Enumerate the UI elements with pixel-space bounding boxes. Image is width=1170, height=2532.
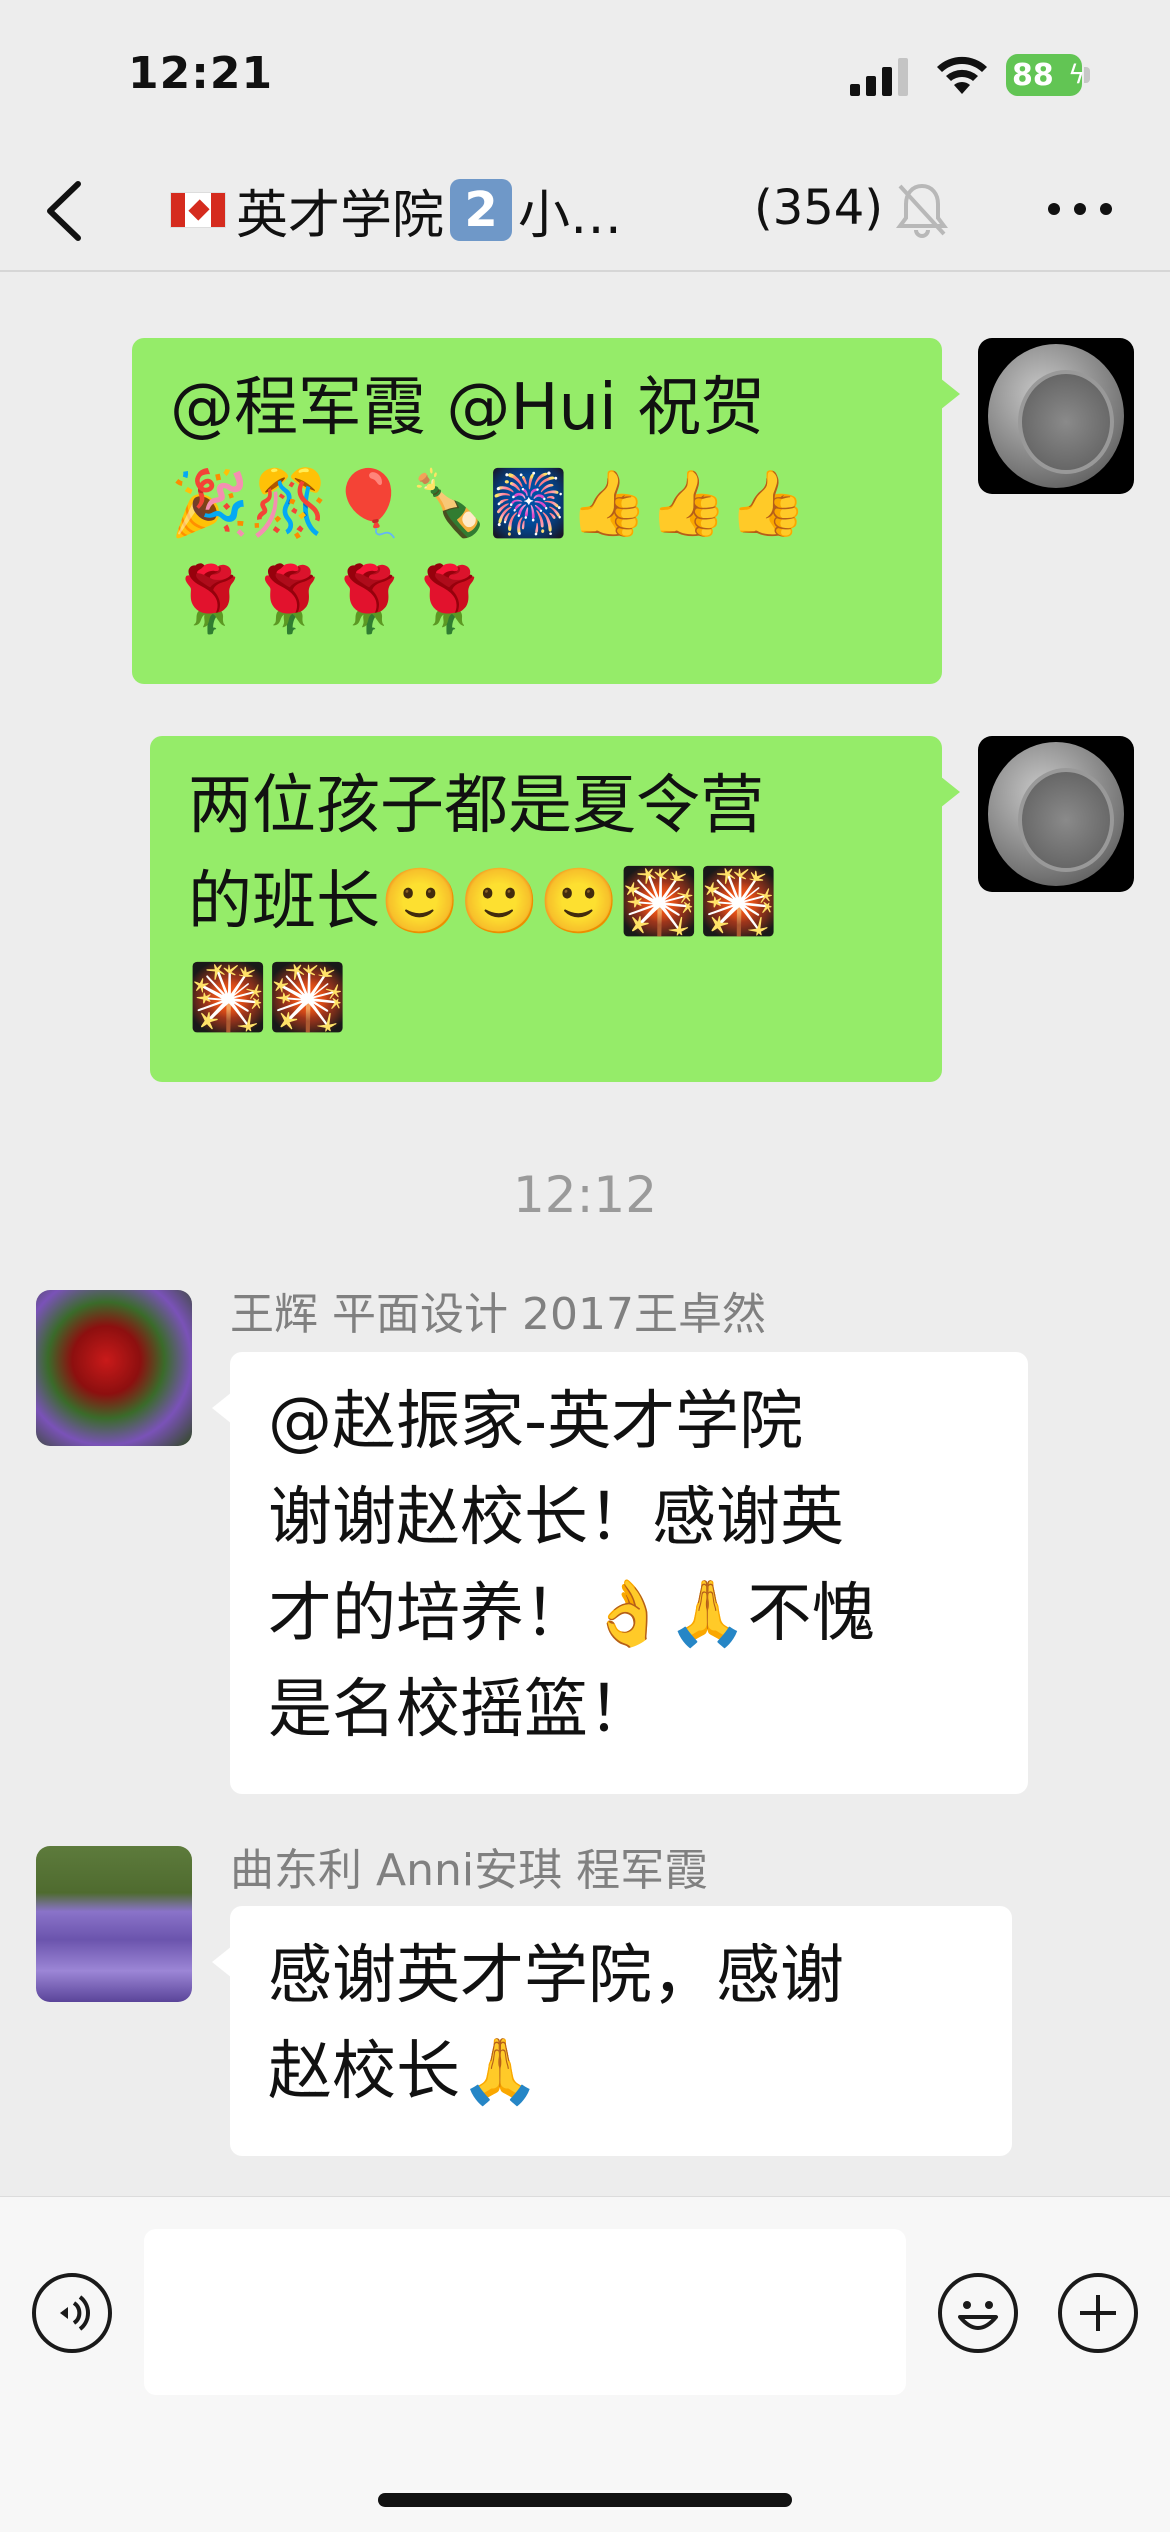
sender-name: 王辉 平面设计 2017王卓然 <box>230 1289 766 1340</box>
message-text: 谢谢赵校长！感谢英 <box>268 1481 844 1555</box>
avatar-self[interactable] <box>978 338 1134 494</box>
emoji-button[interactable] <box>938 2273 1018 2353</box>
message-emoji-line: 🎉🎊🎈🍾🎆👍👍👍 <box>170 467 808 541</box>
battery-level: 88 <box>1012 58 1054 93</box>
chat-title[interactable]: 英才学院 2 小… <box>170 172 622 248</box>
message-text: 赵校长🙏 <box>268 2035 540 2109</box>
chat-header: 英才学院 2 小… (354) <box>0 150 1170 272</box>
wifi-icon <box>937 56 987 94</box>
charging-bolt-icon: ϟ <box>1068 60 1086 90</box>
message-bubble-incoming[interactable]: 感谢英才学院，感谢 赵校长🙏 <box>212 1906 1012 2156</box>
message-emoji-line: 🌹🌹🌹🌹 <box>170 563 489 637</box>
canada-flag-icon <box>170 192 226 228</box>
status-time: 12:21 <box>128 48 274 99</box>
message-text: 两位孩子都是夏令营 <box>188 769 764 843</box>
message-text: @赵振家-英才学院 <box>268 1385 804 1459</box>
avatar-qu-dongli[interactable] <box>36 1846 192 2002</box>
keycap-two-icon: 2 <box>450 179 513 241</box>
avatar-self[interactable] <box>978 736 1134 892</box>
message-text: 感谢英才学院，感谢 <box>268 1939 844 2013</box>
message-bubble-outgoing[interactable]: @程军霞 @Hui 祝贺 🎉🎊🎈🍾🎆👍👍👍 🌹🌹🌹🌹 <box>132 338 960 684</box>
voice-icon <box>60 2295 90 2331</box>
input-bar <box>0 2196 1170 2532</box>
message-bubble-incoming[interactable]: @赵振家-英才学院 谢谢赵校长！感谢英 才的培养！👌🙏不愧 是名校摇篮！ <box>212 1352 1028 1794</box>
message-input[interactable] <box>144 2229 906 2395</box>
message-text: 是名校摇篮！ <box>268 1673 652 1747</box>
message-text: 的班长🙂🙂🙂🎇🎇 <box>188 865 779 939</box>
message-emoji-line: 🎇🎇 <box>188 961 348 1035</box>
battery-icon: 88 ϟ <box>1006 54 1090 96</box>
plus-icon <box>1080 2295 1116 2331</box>
more-actions-button[interactable] <box>1058 2273 1138 2353</box>
chevron-left-icon[interactable] <box>40 178 90 244</box>
bell-slash-icon <box>896 183 948 238</box>
avatar-wang-hui[interactable] <box>36 1290 192 1446</box>
voice-input-button[interactable] <box>32 2273 112 2353</box>
message-text: @程军霞 @Hui 祝贺 <box>170 371 766 445</box>
member-count: (354) <box>754 180 884 236</box>
message-timestamp: 12:12 <box>512 1166 658 1224</box>
message-bubble-outgoing[interactable]: 两位孩子都是夏令营 的班长🙂🙂🙂🎇🎇 🎇🎇 <box>150 736 960 1082</box>
chat-title-suffix: 小… <box>518 185 623 246</box>
chat-title-text: 英才学院 <box>236 185 445 246</box>
home-indicator[interactable] <box>378 2493 792 2507</box>
message-text: 才的培养！👌🙏不愧 <box>268 1577 876 1651</box>
smiley-icon <box>958 2301 998 2330</box>
sender-name: 曲东利 Anni安琪 程军霞 <box>230 1845 709 1896</box>
ellipsis-icon[interactable] <box>1046 194 1114 224</box>
cellular-signal-icon <box>850 58 908 96</box>
status-bar: 12:21 88 ϟ <box>0 0 1170 150</box>
